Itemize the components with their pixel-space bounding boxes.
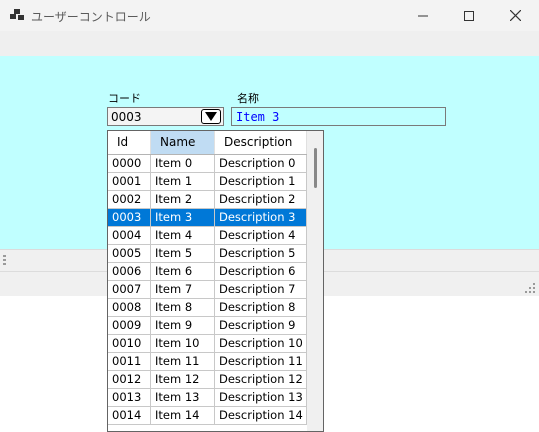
table-cell-desc: Description 14 <box>215 407 307 424</box>
app-icon <box>10 9 24 20</box>
table-cell-id: 0003 <box>108 209 151 226</box>
table-cell-desc: Description 11 <box>215 353 307 370</box>
table-cell-name: Item 13 <box>151 389 215 406</box>
table-row[interactable]: 0011 Item 11 Description 11 <box>108 353 307 371</box>
table-cell-id: 0007 <box>108 281 151 298</box>
table-cell-id: 0004 <box>108 227 151 244</box>
table-row[interactable]: 0008 Item 8 Description 8 <box>108 299 307 317</box>
table-cell-id: 0000 <box>108 155 151 172</box>
table-cell-id: 0006 <box>108 263 151 280</box>
code-value: 0003 <box>111 110 142 124</box>
column-header-description[interactable]: Description <box>215 131 307 154</box>
column-header-id[interactable]: Id <box>108 131 151 154</box>
table-row[interactable]: 0009 Item 9 Description 9 <box>108 317 307 335</box>
table-cell-desc: Description 5 <box>215 245 307 262</box>
vertical-scrollbar[interactable] <box>307 131 323 431</box>
name-label: 名称 <box>237 92 259 105</box>
table-cell-desc: Description 13 <box>215 389 307 406</box>
size-grip-icon[interactable] <box>525 283 535 293</box>
window-title: ユーザーコントロール <box>31 10 151 24</box>
grid-header: Id Name Description <box>108 131 307 155</box>
toolstrip-grip[interactable] <box>3 255 6 267</box>
title-bar[interactable]: ユーザーコントロール <box>0 0 539 31</box>
table-cell-name: Item 4 <box>151 227 215 244</box>
table-cell-id: 0011 <box>108 353 151 370</box>
table-row[interactable]: 0005 Item 5 Description 5 <box>108 245 307 263</box>
table-cell-id: 0009 <box>108 317 151 334</box>
dropdown-button[interactable] <box>201 109 221 124</box>
table-cell-id: 0010 <box>108 335 151 352</box>
table-cell-id: 0001 <box>108 173 151 190</box>
code-combobox[interactable]: 0003 <box>107 107 224 126</box>
table-cell-desc: Description 1 <box>215 173 307 190</box>
table-row[interactable]: 0007 Item 7 Description 7 <box>108 281 307 299</box>
table-cell-desc: Description 4 <box>215 227 307 244</box>
table-cell-desc: Description 9 <box>215 317 307 334</box>
column-header-name[interactable]: Name <box>151 131 215 154</box>
table-cell-name: Item 1 <box>151 173 215 190</box>
name-value: Item 3 <box>236 110 280 124</box>
table-cell-desc: Description 3 <box>215 209 307 226</box>
maximize-icon <box>464 10 474 21</box>
close-button[interactable] <box>492 0 538 31</box>
table-cell-desc: Description 0 <box>215 155 307 172</box>
name-field[interactable]: Item 3 <box>231 107 446 126</box>
table-cell-name: Item 7 <box>151 281 215 298</box>
table-cell-name: Item 12 <box>151 371 215 388</box>
scroll-thumb[interactable] <box>314 148 317 188</box>
maximize-button[interactable] <box>446 0 492 31</box>
minimize-button[interactable] <box>400 0 446 31</box>
table-row[interactable]: 0000 Item 0 Description 0 <box>108 155 307 173</box>
table-cell-desc: Description 6 <box>215 263 307 280</box>
table-cell-id: 0012 <box>108 371 151 388</box>
table-cell-name: Item 2 <box>151 191 215 208</box>
table-cell-name: Item 10 <box>151 335 215 352</box>
table-cell-name: Item 0 <box>151 155 215 172</box>
close-icon <box>509 10 521 21</box>
table-cell-id: 0014 <box>108 407 151 424</box>
table-cell-name: Item 11 <box>151 353 215 370</box>
table-row[interactable]: 0013 Item 13 Description 13 <box>108 389 307 407</box>
table-cell-desc: Description 2 <box>215 191 307 208</box>
triangle-down-icon <box>205 112 217 121</box>
table-cell-name: Item 5 <box>151 245 215 262</box>
table-row[interactable]: 0010 Item 10 Description 10 <box>108 335 307 353</box>
table-cell-name: Item 3 <box>151 209 215 226</box>
table-row[interactable]: 0003 Item 3 Description 3 <box>108 209 307 227</box>
table-cell-desc: Description 12 <box>215 371 307 388</box>
dropdown-grid[interactable]: Id Name Description 0000 Item 0 Descriptio… <box>107 130 324 432</box>
code-label: コード <box>108 92 141 105</box>
table-cell-name: Item 8 <box>151 299 215 316</box>
table-cell-name: Item 9 <box>151 317 215 334</box>
table-row[interactable]: 0002 Item 2 Description 2 <box>108 191 307 209</box>
table-row[interactable]: 0004 Item 4 Description 4 <box>108 227 307 245</box>
toolbar-strip <box>0 31 539 56</box>
minimize-icon <box>418 15 428 16</box>
table-cell-desc: Description 7 <box>215 281 307 298</box>
table-cell-name: Item 6 <box>151 263 215 280</box>
table-cell-desc: Description 10 <box>215 335 307 352</box>
table-cell-name: Item 14 <box>151 407 215 424</box>
table-row[interactable]: 0014 Item 14 Description 14 <box>108 407 307 425</box>
table-cell-desc: Description 8 <box>215 299 307 316</box>
table-cell-id: 0013 <box>108 389 151 406</box>
table-cell-id: 0005 <box>108 245 151 262</box>
table-cell-id: 0002 <box>108 191 151 208</box>
table-row[interactable]: 0012 Item 12 Description 12 <box>108 371 307 389</box>
table-row[interactable]: 0006 Item 6 Description 6 <box>108 263 307 281</box>
table-row[interactable]: 0001 Item 1 Description 1 <box>108 173 307 191</box>
table-cell-id: 0008 <box>108 299 151 316</box>
